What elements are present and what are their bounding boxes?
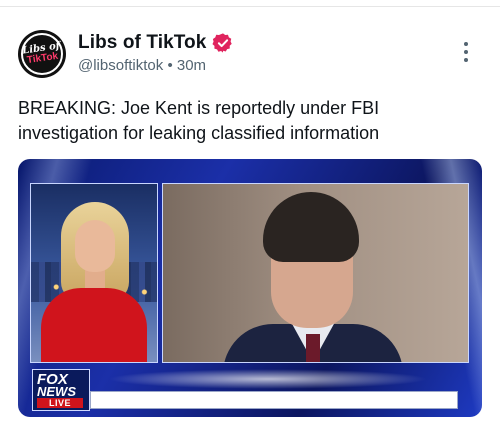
host-video-pane <box>30 183 158 363</box>
live-badge: LIVE <box>37 398 83 408</box>
logo-news: NEWS <box>37 384 76 399</box>
avatar[interactable]: Libs of TikTok <box>18 30 66 78</box>
top-divider <box>0 6 500 7</box>
host-face <box>75 220 115 272</box>
author-name-row: Libs of TikTok <box>78 32 234 54</box>
guest-hair <box>263 192 359 262</box>
guest-tie <box>306 334 320 362</box>
lower-third-bar <box>90 391 458 409</box>
author-display-name[interactable]: Libs of TikTok <box>78 32 206 54</box>
tweet-media-image[interactable]: FOX NEWS LIVE <box>18 159 482 417</box>
verified-badge-icon <box>212 33 233 53</box>
author-meta: @libsoftiktok • 30m <box>78 57 206 74</box>
author-handle[interactable]: @libsoftiktok <box>78 57 163 74</box>
host-red-top <box>41 288 147 362</box>
light-glare <box>108 369 428 389</box>
meta-separator: • <box>167 57 173 74</box>
post-time[interactable]: 30m <box>177 57 206 74</box>
tweet-text: BREAKING: Joe Kent is reportedly under F… <box>18 98 380 143</box>
fox-news-logo: FOX NEWS LIVE <box>32 369 90 411</box>
more-vertical-icon[interactable] <box>462 42 470 66</box>
guest-photo-pane <box>162 183 469 363</box>
